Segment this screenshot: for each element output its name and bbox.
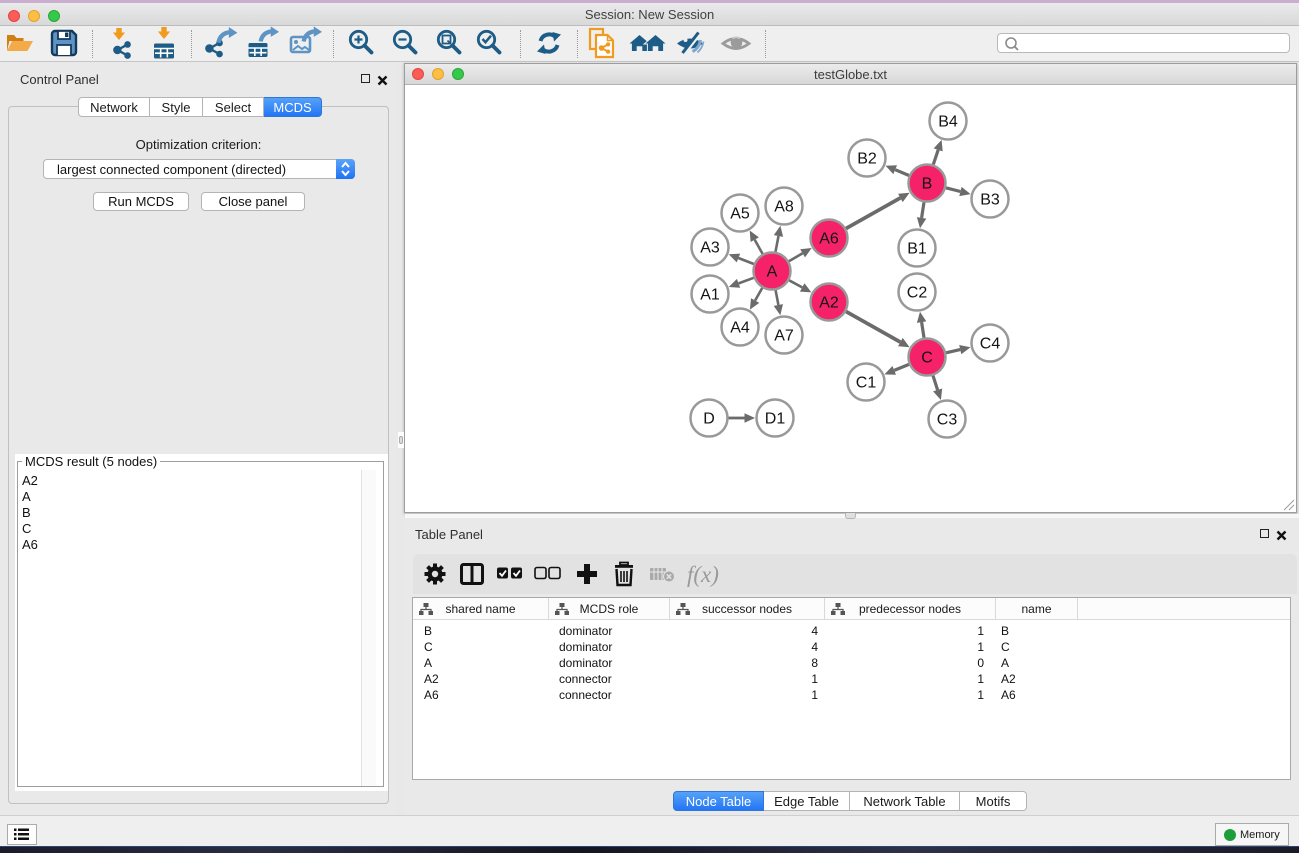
- svg-text:C4: C4: [980, 336, 1001, 353]
- svg-text:A5: A5: [730, 206, 750, 223]
- svg-text:A7: A7: [774, 328, 794, 345]
- svg-text:A1: A1: [700, 287, 720, 304]
- svg-text:B4: B4: [938, 114, 958, 131]
- svg-text:B1: B1: [907, 241, 927, 258]
- svg-text:f(x): f(x): [687, 562, 719, 587]
- svg-text:C1: C1: [856, 375, 877, 392]
- svg-text:A2: A2: [819, 295, 839, 312]
- svg-text:B: B: [922, 176, 933, 193]
- svg-text:A3: A3: [700, 240, 720, 257]
- svg-text:C: C: [921, 350, 933, 367]
- svg-text:B3: B3: [980, 192, 1000, 209]
- svg-text:A8: A8: [774, 199, 794, 216]
- svg-text:B2: B2: [857, 151, 877, 168]
- svg-text:D: D: [703, 411, 715, 428]
- svg-text:A6: A6: [819, 231, 839, 248]
- svg-text:C2: C2: [907, 285, 928, 302]
- svg-text:A4: A4: [730, 320, 750, 337]
- svg-text:A: A: [767, 264, 778, 281]
- svg-text:D1: D1: [765, 411, 786, 428]
- svg-text:C3: C3: [937, 412, 958, 429]
